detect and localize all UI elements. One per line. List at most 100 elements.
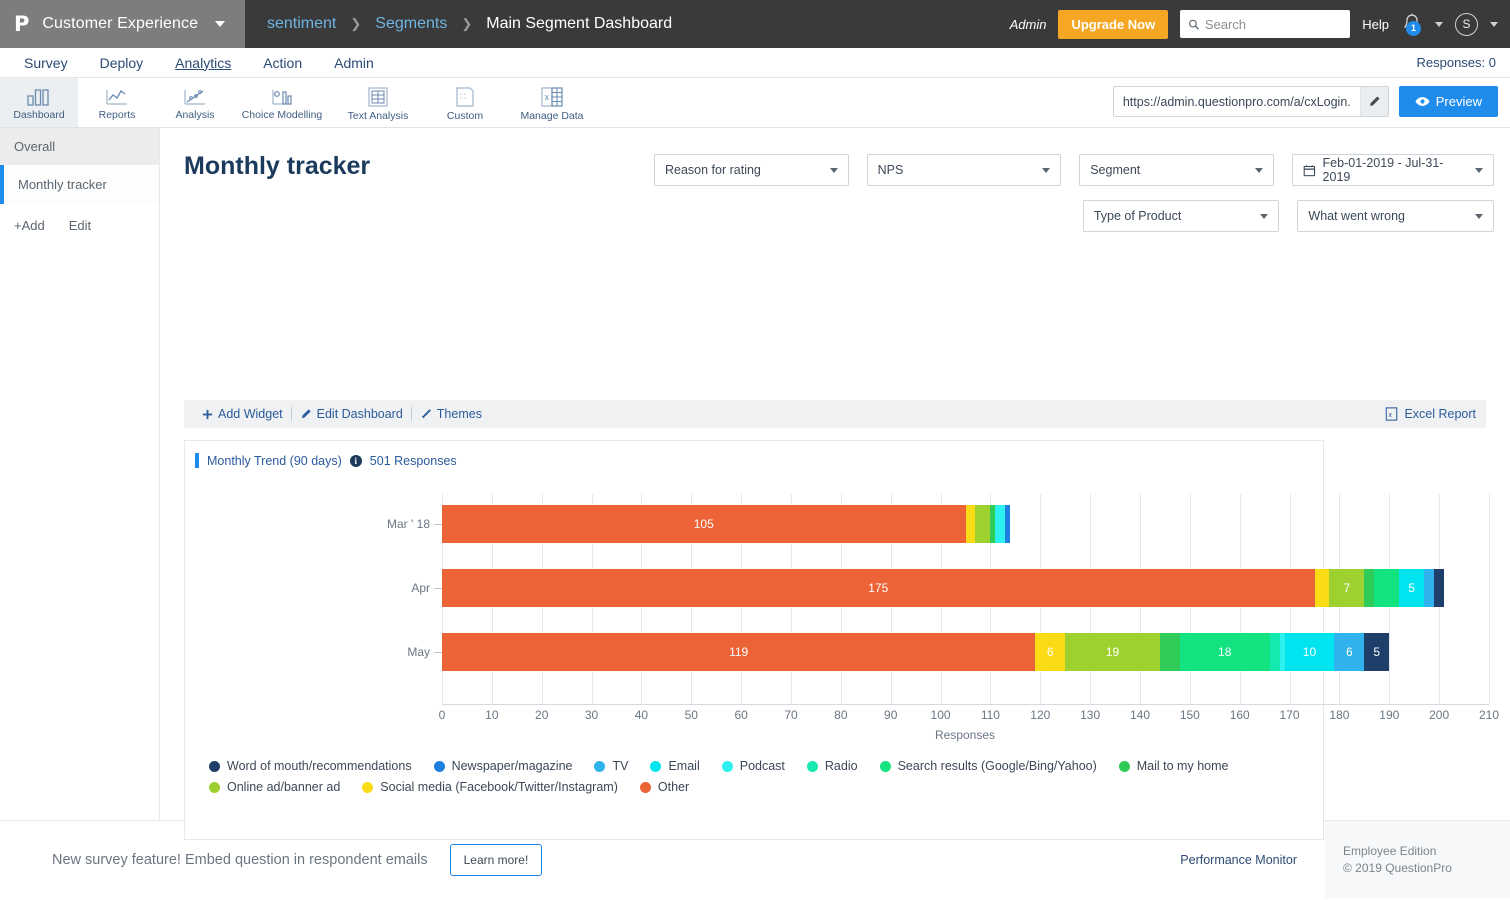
- bar-row[interactable]: 119619181065: [442, 633, 1389, 671]
- search-box[interactable]: [1180, 10, 1350, 38]
- x-tick-label: 140: [1130, 708, 1150, 722]
- filter-reason-for-rating[interactable]: Reason for rating: [654, 154, 849, 186]
- footer-copyright: © 2019 QuestionPro: [1343, 861, 1510, 875]
- filter-date-range[interactable]: Feb-01-2019 - Jul-31-2019: [1292, 154, 1494, 186]
- sidebar-edit-button[interactable]: Edit: [69, 218, 91, 233]
- bar-chart-icon: [26, 87, 52, 107]
- tool-dashboard[interactable]: Dashboard: [0, 78, 78, 127]
- top-bar: P Customer Experience sentiment ❯ Segmen…: [0, 0, 1510, 48]
- bar-segment[interactable]: [1424, 569, 1434, 607]
- bar-segment[interactable]: 10: [1285, 633, 1335, 671]
- tool-analysis[interactable]: Analysis: [156, 78, 234, 127]
- breadcrumb-chevron-icon: ❯: [461, 16, 472, 32]
- survey-url-field[interactable]: https://admin.questionpro.com/a/cxLogin.: [1113, 86, 1389, 117]
- account-chevron-down-icon[interactable]: [1490, 22, 1498, 27]
- preview-button[interactable]: Preview: [1399, 86, 1498, 117]
- legend-item[interactable]: Newspaper/magazine: [434, 759, 573, 773]
- x-tick-label: 120: [1030, 708, 1050, 722]
- widget-response-count: 501 Responses: [370, 454, 457, 468]
- learn-more-button[interactable]: Learn more!: [450, 844, 543, 876]
- bar-segment[interactable]: [1364, 569, 1374, 607]
- bar-row[interactable]: 105: [442, 505, 1010, 543]
- bar-segment[interactable]: 105: [442, 505, 966, 543]
- notifications-chevron-down-icon[interactable]: [1435, 22, 1443, 27]
- tool-choice-modelling[interactable]: Choice Modelling: [234, 78, 330, 127]
- tool-reports[interactable]: Reports: [78, 78, 156, 127]
- bar-segment[interactable]: 5: [1364, 633, 1389, 671]
- x-tick-label: 60: [734, 708, 747, 722]
- bar-segment[interactable]: 7: [1329, 569, 1364, 607]
- themes-button[interactable]: Themes: [412, 407, 490, 421]
- legend-item[interactable]: Social media (Facebook/Twitter/Instagram…: [362, 780, 618, 794]
- sidebar-item-monthly-tracker[interactable]: Monthly tracker: [0, 165, 159, 204]
- avatar[interactable]: S: [1455, 13, 1478, 36]
- legend-item[interactable]: Mail to my home: [1119, 759, 1229, 773]
- widget-header: Monthly Trend (90 days) i 501 Responses: [185, 441, 1323, 472]
- notifications-button[interactable]: 1: [1401, 12, 1423, 36]
- breadcrumb-item-segments[interactable]: Segments: [375, 15, 447, 33]
- filter-segment[interactable]: Segment: [1079, 154, 1274, 186]
- legend-item[interactable]: TV: [594, 759, 628, 773]
- bar-segment[interactable]: [966, 505, 976, 543]
- search-input[interactable]: [1205, 17, 1342, 32]
- bar-segment[interactable]: 5: [1399, 569, 1424, 607]
- help-link[interactable]: Help: [1362, 17, 1389, 32]
- bar-segment[interactable]: 119: [442, 633, 1035, 671]
- x-tick-label: 0: [439, 708, 446, 722]
- bar-segment[interactable]: [995, 505, 1005, 543]
- plus-icon: [202, 409, 213, 420]
- info-icon[interactable]: i: [350, 455, 362, 467]
- nav-item-analytics[interactable]: Analytics: [163, 51, 243, 75]
- bar-segment[interactable]: 6: [1334, 633, 1364, 671]
- legend-item[interactable]: Search results (Google/Bing/Yahoo): [880, 759, 1097, 773]
- custom-page-icon: [454, 86, 476, 108]
- upgrade-now-button[interactable]: Upgrade Now: [1058, 10, 1168, 39]
- calendar-icon: [1303, 164, 1316, 177]
- legend-item[interactable]: Online ad/banner ad: [209, 780, 340, 794]
- bar-segment[interactable]: [1160, 633, 1180, 671]
- breadcrumb-item-sentiment[interactable]: sentiment: [267, 15, 336, 33]
- filter-segment-label: Segment: [1090, 163, 1140, 177]
- tool-text-analysis[interactable]: Text Analysis: [330, 78, 426, 127]
- admin-label[interactable]: Admin: [1010, 17, 1047, 32]
- bar-segment[interactable]: [1005, 505, 1010, 543]
- legend-item[interactable]: Radio: [807, 759, 858, 773]
- legend-color-swatch: [640, 782, 651, 793]
- bar-segment[interactable]: 6: [1035, 633, 1065, 671]
- bar-segment[interactable]: [1315, 569, 1330, 607]
- nav-item-admin[interactable]: Admin: [322, 51, 386, 75]
- edit-url-button[interactable]: [1360, 87, 1388, 116]
- bar-segment[interactable]: [1434, 569, 1444, 607]
- bar-segment[interactable]: [1374, 569, 1399, 607]
- bar-segment[interactable]: 175: [442, 569, 1315, 607]
- filter-type-of-product[interactable]: Type of Product: [1083, 200, 1280, 232]
- legend-item[interactable]: Word of mouth/recommendations: [209, 759, 412, 773]
- add-widget-button[interactable]: Add Widget: [194, 407, 291, 421]
- filter-panel: Reason for rating NPS Segment: [654, 154, 1494, 246]
- edit-dashboard-button[interactable]: Edit Dashboard: [292, 407, 411, 421]
- tool-manage-data-label: Manage Data: [520, 110, 583, 122]
- legend-label: Email: [668, 759, 699, 773]
- bar-segment[interactable]: 18: [1180, 633, 1270, 671]
- legend-item[interactable]: Other: [640, 780, 689, 794]
- legend-item[interactable]: Email: [650, 759, 699, 773]
- bar-segment[interactable]: 19: [1065, 633, 1160, 671]
- filter-nps[interactable]: NPS: [867, 154, 1062, 186]
- tool-text-analysis-label: Text Analysis: [348, 110, 409, 122]
- tool-custom[interactable]: Custom: [426, 78, 504, 127]
- sidebar-actions: +Add Edit: [0, 204, 159, 247]
- bar-row[interactable]: 175 75: [442, 569, 1444, 607]
- bar-segment[interactable]: [1270, 633, 1280, 671]
- brand-selector[interactable]: P Customer Experience: [0, 0, 245, 48]
- excel-report-button[interactable]: x Excel Report: [1385, 407, 1476, 421]
- legend-row: Online ad/banner ad Social media (Faceboo…: [209, 780, 1309, 794]
- x-tick-label: 190: [1379, 708, 1399, 722]
- legend-item[interactable]: Podcast: [722, 759, 785, 773]
- tool-manage-data[interactable]: x Manage Data: [504, 78, 600, 127]
- nav-item-deploy[interactable]: Deploy: [88, 51, 156, 75]
- nav-item-action[interactable]: Action: [251, 51, 314, 75]
- sidebar-add-button[interactable]: +Add: [14, 218, 45, 233]
- nav-item-survey[interactable]: Survey: [12, 51, 80, 75]
- bar-segment[interactable]: [975, 505, 990, 543]
- filter-what-went-wrong[interactable]: What went wrong: [1297, 200, 1494, 232]
